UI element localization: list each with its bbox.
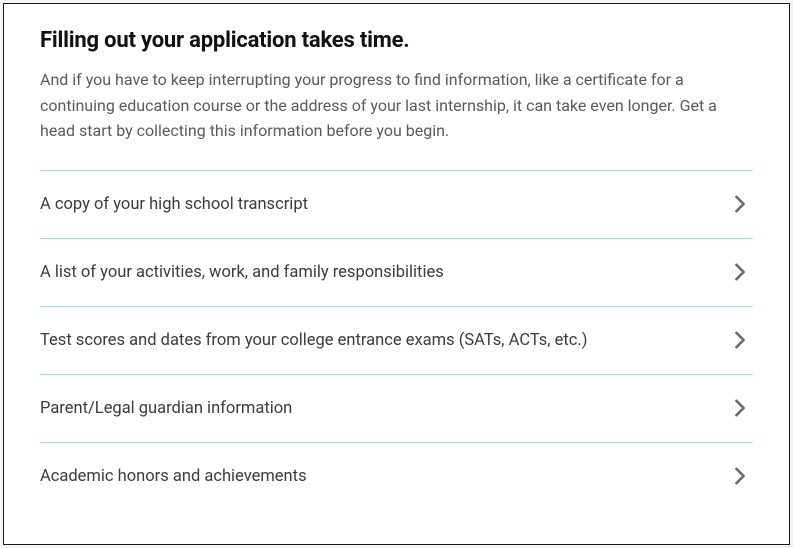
chevron-right-icon <box>731 331 749 349</box>
page-title: Filling out your application takes time. <box>40 28 753 53</box>
accordion-item-label: A copy of your high school transcript <box>40 195 308 214</box>
accordion-list: A copy of your high school transcript A … <box>40 170 753 510</box>
page-description: And if you have to keep interrupting you… <box>40 67 753 144</box>
accordion-item-activities[interactable]: A list of your activities, work, and fam… <box>40 238 753 306</box>
chevron-right-icon <box>731 399 749 417</box>
chevron-right-icon <box>731 467 749 485</box>
chevron-right-icon <box>731 195 749 213</box>
accordion-item-test-scores[interactable]: Test scores and dates from your college … <box>40 306 753 374</box>
accordion-item-transcript[interactable]: A copy of your high school transcript <box>40 170 753 238</box>
accordion-item-honors[interactable]: Academic honors and achievements <box>40 442 753 510</box>
accordion-item-label: Test scores and dates from your college … <box>40 331 587 350</box>
application-checklist-card: Filling out your application takes time.… <box>3 3 790 545</box>
accordion-item-label: Academic honors and achievements <box>40 467 307 486</box>
accordion-item-parent-info[interactable]: Parent/Legal guardian information <box>40 374 753 442</box>
accordion-item-label: A list of your activities, work, and fam… <box>40 263 444 282</box>
accordion-item-label: Parent/Legal guardian information <box>40 399 292 418</box>
chevron-right-icon <box>731 263 749 281</box>
